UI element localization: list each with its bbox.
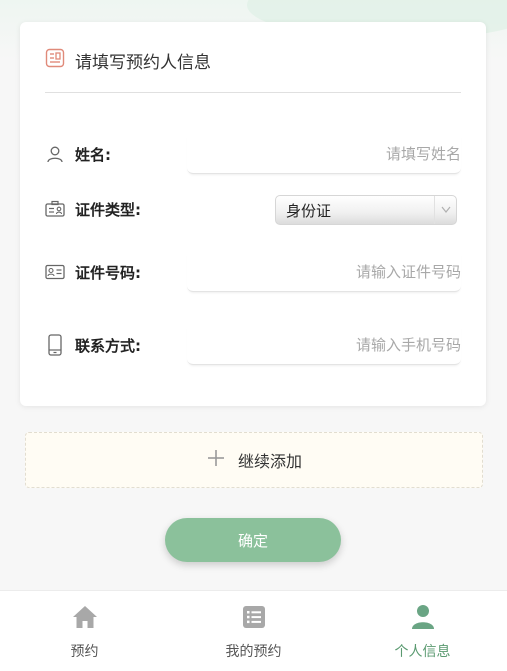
phone-label: 联系方式: (75, 336, 141, 355)
tab-personal-info[interactable]: 个人信息 (338, 591, 507, 671)
name-field (187, 134, 461, 174)
phone-row: 联系方式: (45, 325, 461, 365)
phone-icon (45, 334, 65, 356)
id-type-row: 证件类型: 身份证 (45, 189, 461, 229)
id-number-row: 证件号码: (45, 252, 461, 292)
id-type-value: 身份证 (286, 201, 332, 220)
name-row: 姓名: (45, 134, 461, 174)
tab-my-reservations[interactable]: 我的预约 (169, 591, 338, 671)
page: 请填写预约人信息 姓名: 请填写姓名 证件类型: 身份证 证件号码: 请输入证件… (0, 0, 507, 671)
home-icon (71, 603, 99, 631)
tab-my-reservations-label: 我的预约 (225, 644, 282, 660)
phone-field (187, 325, 461, 365)
add-more-button[interactable]: 继续添加 (25, 432, 483, 488)
person-icon (45, 144, 65, 164)
name-label: 姓名: (75, 145, 111, 164)
card-title: 请填写预约人信息 (75, 52, 211, 73)
tab-reserve[interactable]: 预约 (0, 591, 169, 671)
list-icon (240, 603, 268, 631)
id-number-input[interactable] (187, 262, 461, 281)
name-input[interactable] (187, 144, 461, 163)
id-number-field (187, 252, 461, 292)
id-number-label: 证件号码: (75, 263, 141, 282)
add-more-label: 继续添加 (237, 452, 302, 471)
chevron-down-icon (434, 196, 456, 224)
id-card-icon (45, 199, 65, 219)
confirm-button[interactable]: 确定 (165, 518, 341, 562)
phone-input[interactable] (187, 335, 461, 354)
visitor-info-card: 请填写预约人信息 姓名: 请填写姓名 证件类型: 身份证 证件号码: 请输入证件… (20, 22, 486, 406)
user-icon (409, 603, 437, 631)
plus-icon (206, 448, 226, 472)
tab-reserve-label: 预约 (70, 644, 99, 660)
id-badge-icon (45, 262, 65, 282)
header-divider (45, 92, 461, 93)
bottom-tab-bar: 预约 我的预约 个人信息 (0, 590, 507, 671)
tab-personal-info-label: 个人信息 (394, 644, 451, 660)
form-icon (45, 48, 65, 72)
id-type-label: 证件类型: (75, 200, 141, 219)
id-type-select[interactable]: 身份证 (275, 195, 457, 225)
card-header: 请填写预约人信息 (45, 46, 211, 74)
